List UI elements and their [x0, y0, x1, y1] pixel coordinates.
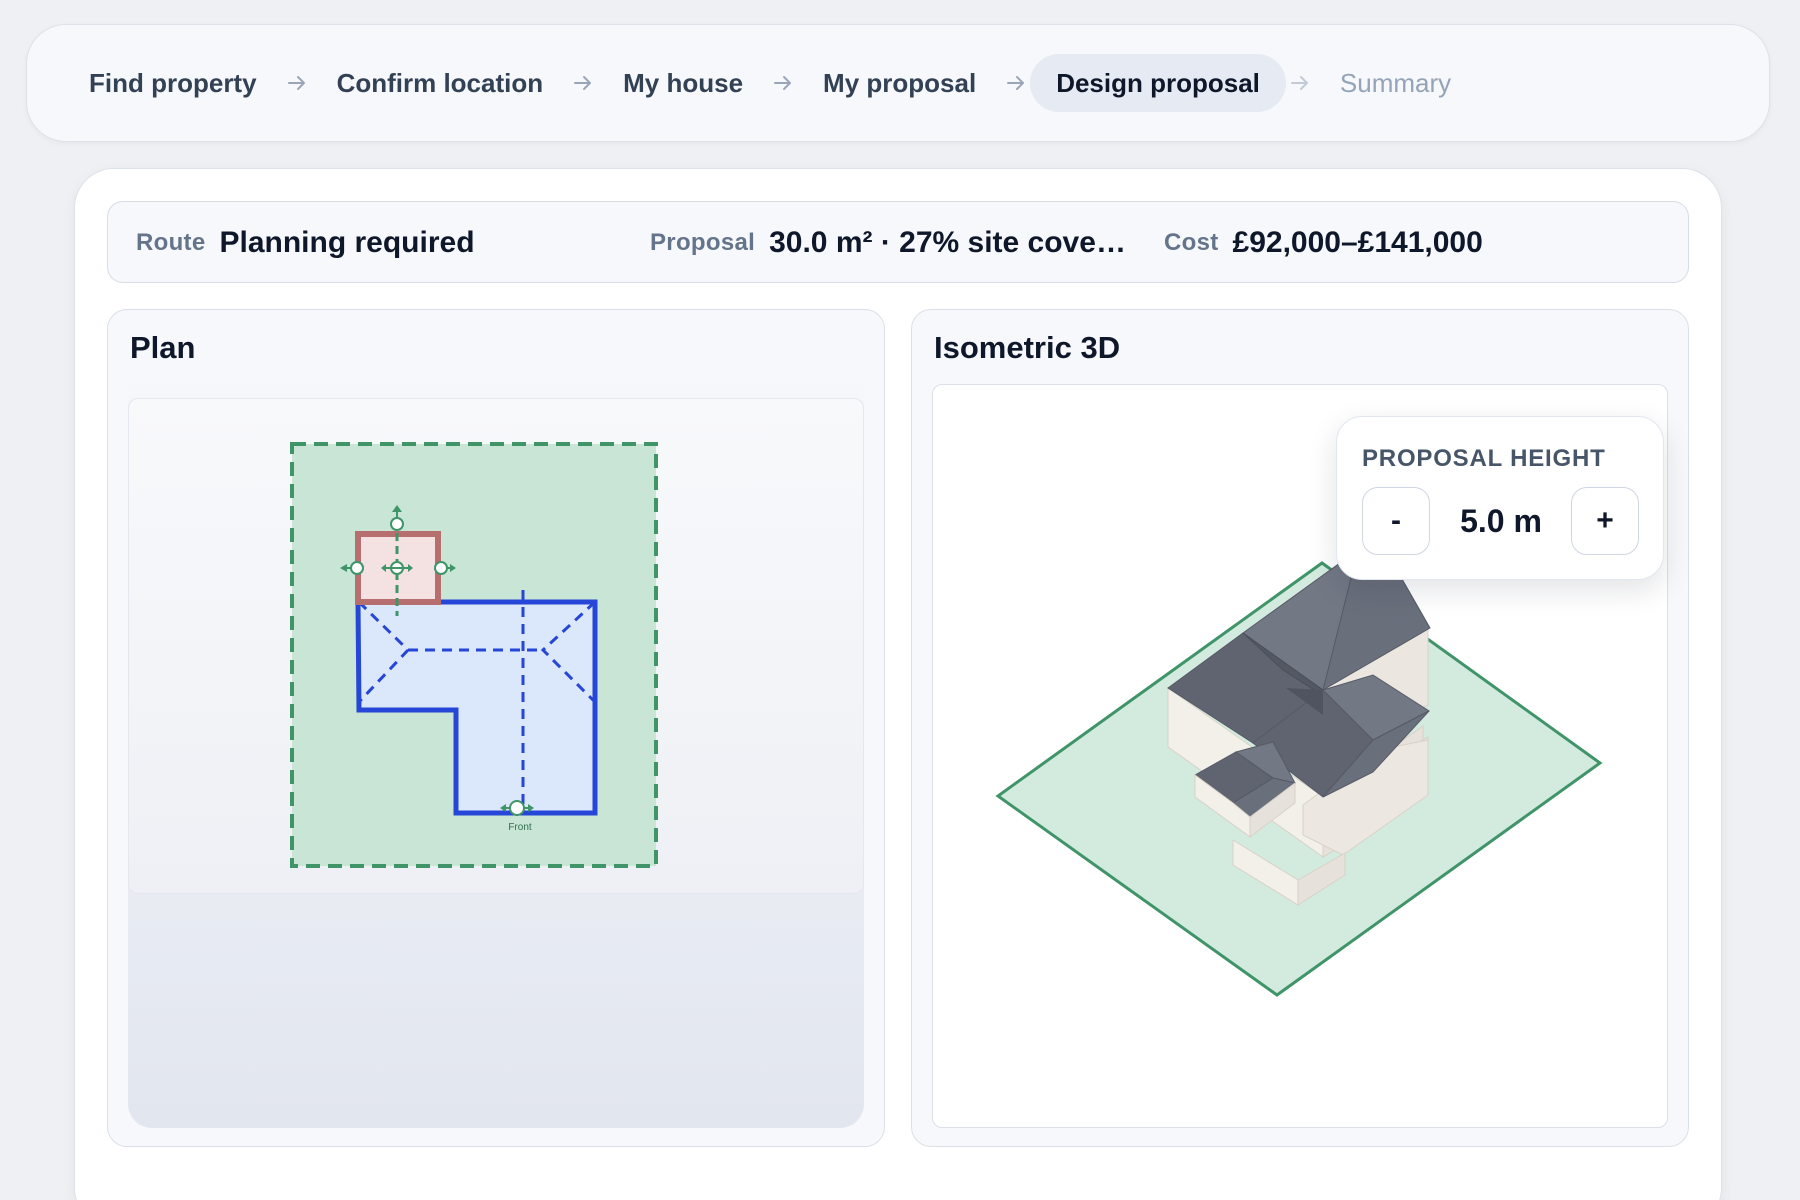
plan-title: Plan [130, 330, 196, 365]
cost-summary: Cost £92,000–£141,000 [1164, 202, 1483, 284]
proposal-value: 30.0 m² · 27% site coverage [769, 226, 1132, 259]
route-summary: Route Planning required [136, 202, 475, 284]
height-increase-button[interactable]: + [1571, 487, 1639, 555]
proposal-summary: Proposal 30.0 m² · 27% site coverage [650, 202, 1131, 284]
front-label: Front [508, 822, 532, 833]
cost-value: £92,000–£141,000 [1232, 226, 1483, 259]
progress-stepper: Find property Confirm location My house … [26, 24, 1770, 142]
route-value: Planning required [219, 226, 475, 259]
plan-panel: Plan Front [107, 309, 885, 1147]
arrow-right-icon [283, 68, 311, 98]
summary-bar: Route Planning required Proposal 30.0 m²… [107, 201, 1689, 283]
step-summary[interactable]: Summary [1314, 54, 1477, 112]
proposal-height-label: PROPOSAL HEIGHT [1362, 445, 1606, 472]
route-label: Route [136, 229, 206, 256]
step-design-proposal[interactable]: Design proposal [1030, 54, 1286, 112]
isometric-title: Isometric 3D [934, 330, 1121, 365]
step-confirm-location[interactable]: Confirm location [311, 54, 570, 112]
plan-canvas[interactable]: Front [128, 384, 864, 1128]
proposal-height-control: PROPOSAL HEIGHT - 5.0 m + [1336, 416, 1664, 580]
plan-drawing: Front [290, 442, 658, 868]
design-card: Route Planning required Proposal 30.0 m²… [74, 168, 1722, 1200]
arrow-right-icon [569, 68, 597, 98]
arrow-right-icon [769, 68, 797, 98]
height-decrease-button[interactable]: - [1362, 487, 1430, 555]
arrow-right-icon [1002, 68, 1030, 98]
proposal-height-value: 5.0 m [1460, 502, 1542, 539]
step-my-house[interactable]: My house [597, 54, 769, 112]
cost-label: Cost [1164, 229, 1219, 256]
step-find-property[interactable]: Find property [63, 54, 283, 112]
arrow-right-icon [1286, 68, 1314, 98]
step-my-proposal[interactable]: My proposal [797, 54, 1002, 112]
proposal-label: Proposal [650, 229, 756, 256]
